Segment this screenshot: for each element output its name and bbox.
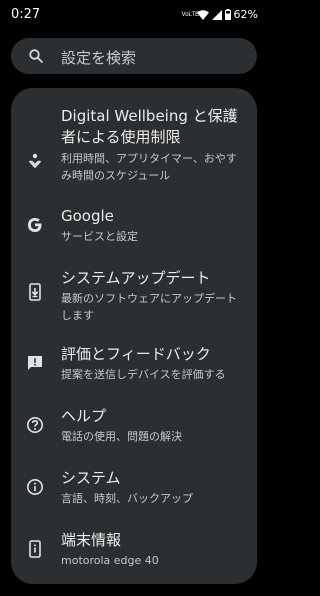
status-bar: 0:27 VoLTE 62% — [0, 0, 268, 32]
settings-item-system[interactable]: システム 言語、時刻、バックアップ — [11, 468, 257, 514]
phone-info-icon — [29, 540, 41, 558]
google-icon — [28, 218, 42, 232]
feedback-title: 評価とフィードバック — [61, 345, 211, 363]
system-update-subtitle: 最新のソフトウェアにアップデートします — [61, 292, 237, 322]
signal-icon — [211, 9, 222, 20]
feedback-icon — [28, 356, 42, 370]
google-subtitle: サービスと設定 — [61, 230, 138, 243]
battery-percent: 62% — [233, 8, 258, 21]
system-subtitle: 言語、時刻、バックアップ — [61, 492, 193, 505]
system-update-icon — [29, 283, 41, 301]
settings-item-digital-wellbeing[interactable]: Digital Wellbeing と保護者による使用制限 利用時間、アプリタイ… — [11, 106, 257, 206]
settings-item-system-update[interactable]: システムアップデート 最新のソフトウェアにアップデートします — [11, 268, 257, 330]
status-time: 0:27 — [11, 7, 41, 22]
system-update-title: システムアップデート — [61, 269, 211, 287]
settings-list: Digital Wellbeing と保護者による使用制限 利用時間、アプリタイ… — [11, 88, 257, 584]
search-input[interactable]: 設定を検索 — [61, 47, 136, 68]
volte-indicator: VoLTE — [181, 11, 200, 18]
digital-wellbeing-icon — [28, 153, 42, 168]
search-bar[interactable]: 設定を検索 — [11, 38, 257, 74]
search-icon — [29, 49, 43, 63]
settings-item-help[interactable]: ヘルプ 電話の使用、問題の解決 — [11, 406, 257, 452]
about-phone-title: 端末情報 — [61, 531, 122, 549]
wifi-icon — [196, 9, 209, 20]
help-subtitle: 電話の使用、問題の解決 — [61, 430, 182, 443]
settings-item-google[interactable]: Google サービスと設定 — [11, 206, 257, 254]
feedback-subtitle: 提案を送信しデバイスを評価する — [61, 368, 226, 381]
help-icon — [27, 417, 43, 433]
info-icon — [27, 479, 43, 495]
about-phone-subtitle: motorola edge 40 — [61, 554, 159, 567]
help-title: ヘルプ — [61, 407, 107, 425]
battery-icon — [224, 9, 231, 20]
settings-item-about-phone[interactable]: 端末情報 motorola edge 40 — [11, 530, 257, 576]
digital-wellbeing-title: Digital Wellbeing と保護者による使用制限 — [61, 107, 238, 146]
status-icons: VoLTE 62% — [182, 8, 258, 21]
google-title: Google — [61, 207, 114, 225]
settings-item-feedback[interactable]: 評価とフィードバック 提案を送信しデバイスを評価する — [11, 344, 257, 390]
digital-wellbeing-subtitle: 利用時間、アプリタイマー、おやすみ時間のスケジュール — [61, 152, 237, 182]
system-title: システム — [61, 469, 121, 487]
